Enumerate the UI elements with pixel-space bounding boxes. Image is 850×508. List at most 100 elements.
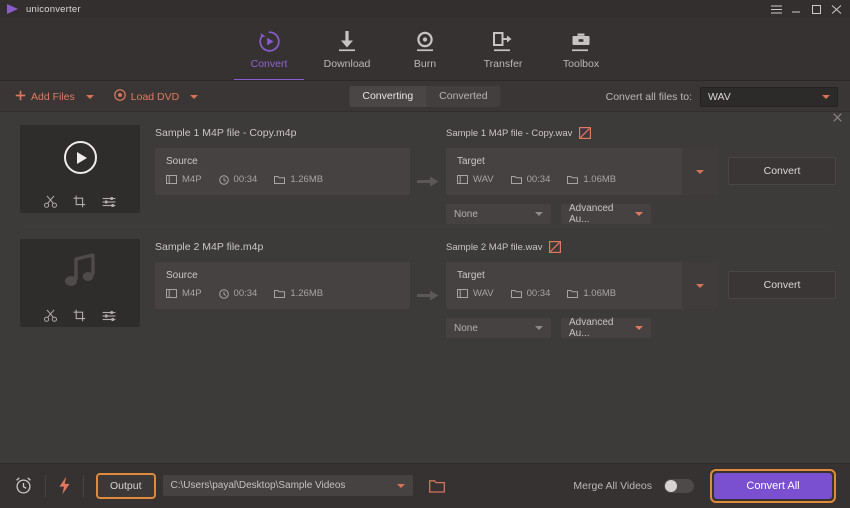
subtitle-value: None (454, 322, 478, 334)
target-meta-line: WAV 00:34 1.06MB (457, 174, 672, 185)
source-info-box: Source M4P 00:34 1.26MB (155, 148, 410, 195)
merge-all-videos-label: Merge All Videos (573, 479, 652, 492)
output-path-field[interactable]: C:\Users\payal\Desktop\Sample Videos (162, 475, 413, 496)
minimize-icon[interactable] (791, 5, 802, 14)
chevron-down-icon (635, 212, 643, 216)
trim-scissors-icon[interactable] (44, 195, 57, 208)
crop-icon[interactable] (73, 195, 86, 208)
rename-edit-icon[interactable] (549, 241, 562, 253)
remove-file-icon[interactable] (833, 112, 842, 124)
nav-tab-label: Download (323, 58, 371, 70)
film-icon (166, 175, 177, 184)
toolbox-icon (570, 29, 592, 53)
chevron-down-icon (635, 326, 643, 330)
audio-track-select[interactable]: Advanced Au... (561, 317, 651, 339)
output-button[interactable]: Output (96, 472, 156, 499)
target-sub-options: None Advanced Au... (446, 317, 838, 339)
add-files-button[interactable]: Add Files (12, 88, 97, 106)
target-box-wrap: Target WAV 00:34 1.06MB (446, 262, 718, 309)
plus-icon (15, 90, 26, 104)
open-folder-icon[interactable] (428, 479, 445, 493)
app-logo-icon (6, 3, 20, 15)
target-file-name: Sample 1 M4P file - Copy.wav (446, 127, 573, 139)
chevron-down-icon[interactable] (190, 94, 199, 99)
source-column: Sample 2 M4P file.m4p Source M4P 00:34 1… (155, 239, 410, 309)
target-format-dropdown[interactable] (682, 262, 718, 309)
target-label: Target (457, 156, 485, 167)
status-filter-tabs: Converting Converted (349, 86, 501, 107)
load-dvd-button[interactable]: Load DVD (111, 87, 201, 106)
nav-tab-convert[interactable]: Convert (230, 18, 308, 81)
convert-all-format-group: Convert all files to: WAV (606, 86, 838, 107)
convert-button[interactable]: Convert (728, 271, 836, 299)
main-navigation: Convert Download Burn Transfer Toolbox (0, 18, 850, 81)
tab-converting[interactable]: Converting (349, 86, 427, 107)
target-label: Target (457, 270, 485, 281)
source-duration-item: 00:34 (218, 288, 257, 299)
chevron-down-icon (535, 326, 543, 330)
source-format-value: M4P (182, 174, 202, 185)
close-icon[interactable] (831, 4, 842, 14)
film-icon (166, 289, 177, 298)
chevron-down-icon (696, 169, 704, 174)
alarm-clock-icon[interactable] (14, 476, 33, 495)
folder-icon (510, 289, 522, 298)
thumbnail-edit-tools (20, 304, 140, 327)
nav-tab-download[interactable]: Download (308, 18, 386, 81)
nav-tab-burn[interactable]: Burn (386, 18, 464, 81)
source-info-box: Source M4P 00:34 1.26MB (155, 262, 410, 309)
global-format-select[interactable]: WAV (700, 86, 838, 107)
crop-icon[interactable] (73, 309, 86, 322)
thumbnail-edit-tools (20, 190, 140, 213)
effects-sliders-icon[interactable] (102, 310, 116, 322)
target-main-row: Target WAV 00:34 1.06MB Convert (446, 148, 838, 195)
video-thumbnail[interactable] (20, 125, 140, 213)
table-row: Sample 2 M4P file.m4p Source M4P 00:34 1… (0, 226, 850, 340)
convert-button[interactable]: Convert (728, 157, 836, 185)
chevron-down-icon[interactable] (85, 94, 94, 99)
audio-track-select[interactable]: Advanced Au... (561, 203, 651, 225)
convert-all-button[interactable]: Convert All (714, 472, 832, 499)
folder-icon (567, 289, 579, 298)
subtitle-select[interactable]: None (446, 204, 551, 224)
target-main-row: Target WAV 00:34 1.06MB Convert (446, 262, 838, 309)
source-label: Source (166, 156, 198, 167)
target-size-item: 1.06MB (567, 174, 616, 185)
trim-scissors-icon[interactable] (44, 309, 57, 322)
nav-tab-transfer[interactable]: Transfer (464, 18, 542, 81)
music-note-icon (20, 239, 140, 304)
source-meta-line: M4P 00:34 1.26MB (166, 174, 399, 185)
target-meta-line: WAV 00:34 1.06MB (457, 288, 672, 299)
target-format-dropdown[interactable] (682, 148, 718, 195)
chevron-down-icon[interactable] (396, 483, 405, 488)
transfer-device-icon (492, 29, 514, 53)
download-arrow-icon (337, 29, 357, 53)
target-info-box: Target WAV 00:34 1.06MB (446, 148, 718, 195)
chevron-down-icon[interactable] (822, 94, 830, 99)
play-button-icon[interactable] (20, 125, 140, 190)
effects-sliders-icon[interactable] (102, 196, 116, 208)
maximize-icon[interactable] (811, 4, 822, 14)
menu-icon[interactable] (771, 5, 782, 14)
target-box-wrap: Target WAV 00:34 1.06MB (446, 148, 718, 195)
audio-track-value: Advanced Au... (569, 317, 614, 339)
conversion-arrow (410, 239, 446, 327)
folder-icon (567, 175, 579, 184)
global-format-value: WAV (708, 90, 731, 103)
rename-edit-icon[interactable] (579, 127, 592, 139)
convert-all-highlight: Convert All (710, 468, 836, 503)
target-name-row: Sample 2 M4P file.wav (446, 241, 838, 253)
target-duration-item: 00:34 (510, 174, 550, 185)
add-files-label: Add Files (31, 90, 75, 103)
load-dvd-label: Load DVD (130, 90, 180, 103)
target-sub-options: None Advanced Au... (446, 203, 838, 225)
merge-all-videos-toggle[interactable] (664, 478, 694, 493)
nav-tab-toolbox[interactable]: Toolbox (542, 18, 620, 81)
lightning-bolt-icon[interactable] (58, 476, 71, 495)
audio-track-value: Advanced Au... (569, 203, 614, 225)
folder-icon (274, 289, 286, 298)
tab-converted[interactable]: Converted (426, 86, 501, 107)
source-meta-line: M4P 00:34 1.26MB (166, 288, 399, 299)
audio-thumbnail[interactable] (20, 239, 140, 327)
subtitle-select[interactable]: None (446, 318, 551, 338)
